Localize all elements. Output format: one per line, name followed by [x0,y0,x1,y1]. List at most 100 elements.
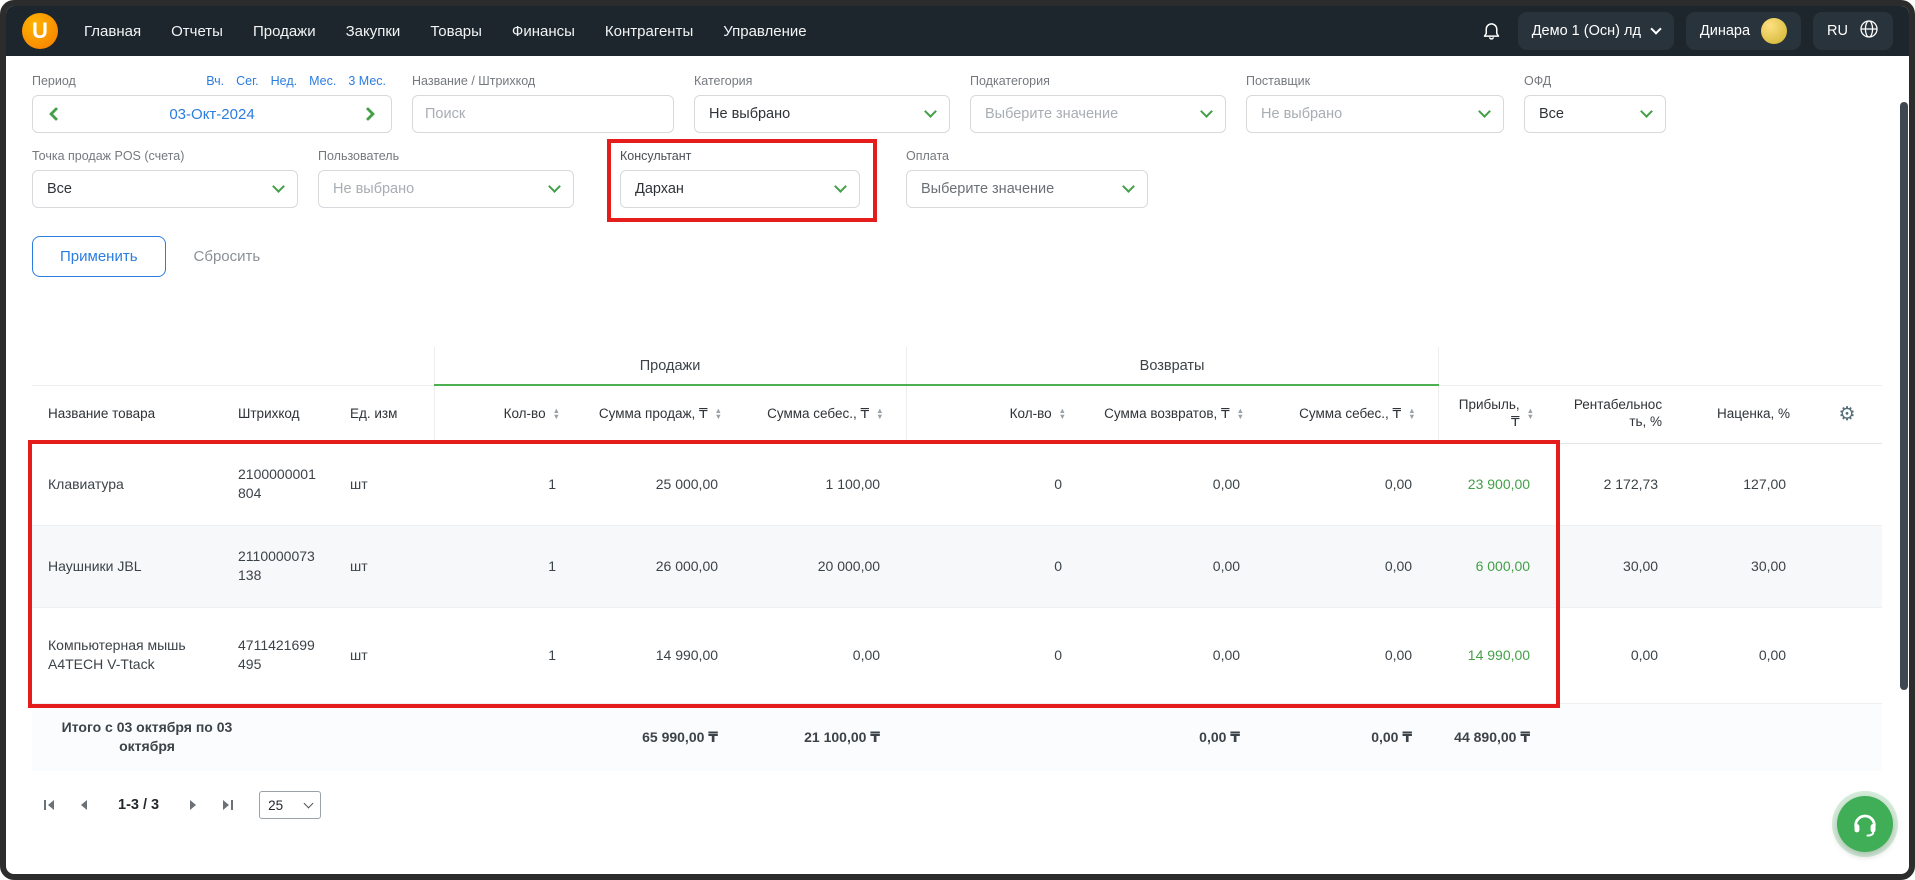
cell-barcode: 2100000001804 [222,443,334,526]
totals-return-sum: 0,00 ₸ [1088,703,1267,771]
nav-item-finance[interactable]: Финансы [512,23,575,40]
user-filter: Пользователь Не выбрано [318,149,574,208]
report-table-section: Продажи Возвраты Название товара Штрихко… [28,347,1883,771]
pagination: 1-3 / 3 25 [40,787,1883,823]
app-logo[interactable]: U [22,13,58,49]
col-header-sales-sum[interactable]: Сумма продаж, ₸ ▲ ▼ [582,385,745,444]
col-header-profit[interactable]: Прибыль, ₸ ▲ ▼ [1437,385,1557,444]
app-window: U Главная Отчеты Продажи Закупки Товары … [0,0,1915,880]
cell-unit: шт [334,525,435,608]
sort-icon[interactable]: ▲ ▼ [553,407,560,421]
last-page-icon [223,800,234,810]
sort-icon[interactable]: ▲ ▼ [1527,407,1534,421]
filters-panel: Период Вч. Сег. Нед. Мес. 3 Мес. 03-Окт-… [32,74,1883,277]
user-menu[interactable]: Динара [1685,12,1802,50]
subcategory-filter: Подкатегория Выберите значение [970,74,1226,133]
payment-select[interactable]: Выберите значение [906,170,1148,208]
totals-sales-sum: 65 990,00 ₸ [582,703,745,771]
ofd-select[interactable]: Все [1524,95,1666,133]
cell-profitability: 2 172,73 [1556,443,1685,526]
table-row[interactable]: Клавиатура 2100000001804 шт 1 25 000,00 … [32,443,1883,526]
cell-return-sum: 0,00 [1088,443,1267,526]
nav-item-contractors[interactable]: Контрагенты [605,23,693,40]
consultant-select[interactable]: Дархан [620,170,860,208]
notifications-button[interactable] [1477,15,1506,48]
chevron-down-icon [1122,180,1135,193]
prev-page-button[interactable] [76,796,94,814]
scrollbar[interactable] [1900,102,1908,690]
chevron-down-icon [1650,23,1662,35]
search-filter: Название / Штрихкод [412,74,674,133]
period-shortcut-week[interactable]: Нед. [271,74,297,88]
language-selector[interactable]: RU [1813,12,1893,50]
next-page-button[interactable] [183,796,201,814]
cell-return-sum: 0,00 [1088,525,1267,608]
col-header-sales-qty[interactable]: Кол-во ▲ ▼ [433,385,583,444]
cell-actions [1812,443,1883,526]
col-header-unit: Ед. изм [334,385,435,444]
nav-item-purchases[interactable]: Закупки [346,23,401,40]
apply-button[interactable]: Применить [32,236,166,277]
sort-icon[interactable]: ▲ ▼ [876,407,883,421]
category-select[interactable]: Не выбрано [694,95,950,133]
cell-unit: шт [334,607,435,704]
prev-day-button[interactable] [33,96,79,132]
supplier-select[interactable]: Не выбрано [1246,95,1504,133]
payment-value: Выберите значение [921,181,1055,197]
col-header-sales-cost[interactable]: Сумма себес., ₸ ▲ ▼ [744,385,907,444]
pos-label: Точка продаж POS (счета) [32,149,185,163]
table-row[interactable]: Компьютерная мышь A4TECH V-Ttack 4711421… [32,607,1883,704]
period-shortcut-3months[interactable]: 3 Мес. [348,74,386,88]
top-navigation: U Главная Отчеты Продажи Закупки Товары … [6,6,1909,56]
search-input[interactable] [412,95,674,133]
nav-item-home[interactable]: Главная [84,23,141,40]
period-shortcut-month[interactable]: Мес. [309,74,336,88]
chevron-down-icon [1478,105,1491,118]
col-header-return-cost[interactable]: Сумма себес., ₸ ▲ ▼ [1266,385,1439,444]
chevron-down-icon [834,180,847,193]
col-header-product-name: Название товара [32,385,222,444]
col-header-return-sum[interactable]: Сумма возвратов, ₸ ▲ ▼ [1088,385,1267,444]
chevron-down-icon [272,180,285,193]
user-name: Динара [1699,23,1751,39]
cell-profit: 23 900,00 [1438,443,1557,526]
prev-page-icon [81,800,87,810]
cell-markup: 30,00 [1684,525,1813,608]
col-header-settings: ⚙ [1812,385,1883,444]
totals-label-cell: Итого с 03 октября по 03 октября [32,703,435,771]
pos-select[interactable]: Все [32,170,298,208]
page-size-select[interactable]: 25 [259,791,322,819]
first-page-button[interactable] [40,796,60,814]
user-select[interactable]: Не выбрано [318,170,574,208]
nav-item-sales[interactable]: Продажи [253,23,316,40]
settings-icon[interactable]: ⚙ [1839,403,1856,425]
table-row[interactable]: Наушники JBL 2110000073138 шт 1 26 000,0… [32,525,1883,608]
sort-icon[interactable]: ▲ ▼ [1059,407,1066,421]
cell-profit: 14 990,00 [1438,607,1557,704]
subcategory-select[interactable]: Выберите значение [970,95,1226,133]
last-page-button[interactable] [217,796,237,814]
sort-icon[interactable]: ▲ ▼ [1237,407,1244,421]
column-group-row: Продажи Возвраты [32,347,1883,386]
supplier-filter: Поставщик Не выбрано [1246,74,1504,133]
period-shortcut-today[interactable]: Сег. [236,74,259,88]
col-header-return-qty[interactable]: Кол-во ▲ ▼ [905,385,1089,444]
main-menu: Главная Отчеты Продажи Закупки Товары Фи… [84,23,807,40]
nav-item-reports[interactable]: Отчеты [171,23,223,40]
support-button[interactable] [1837,796,1893,852]
headset-icon [1851,809,1879,840]
account-selector[interactable]: Демо 1 (Осн) лд [1517,12,1674,50]
chevron-down-icon [1200,105,1213,118]
sales-report-table: Продажи Возвраты Название товара Штрихко… [32,347,1883,771]
sort-icon[interactable]: ▲ ▼ [1408,407,1415,421]
group-blank-right [1437,347,1883,386]
sort-icon[interactable]: ▲ ▼ [715,407,722,421]
nav-item-management[interactable]: Управление [723,23,806,40]
user-label: Пользователь [318,149,400,163]
nav-item-products[interactable]: Товары [430,23,482,40]
reset-button[interactable]: Сбросить [194,248,261,265]
next-day-button[interactable] [345,96,391,132]
cell-sales-cost: 1 100,00 [744,443,907,526]
period-shortcut-yesterday[interactable]: Вч. [206,74,224,88]
date-value[interactable]: 03-Окт-2024 [79,96,345,132]
